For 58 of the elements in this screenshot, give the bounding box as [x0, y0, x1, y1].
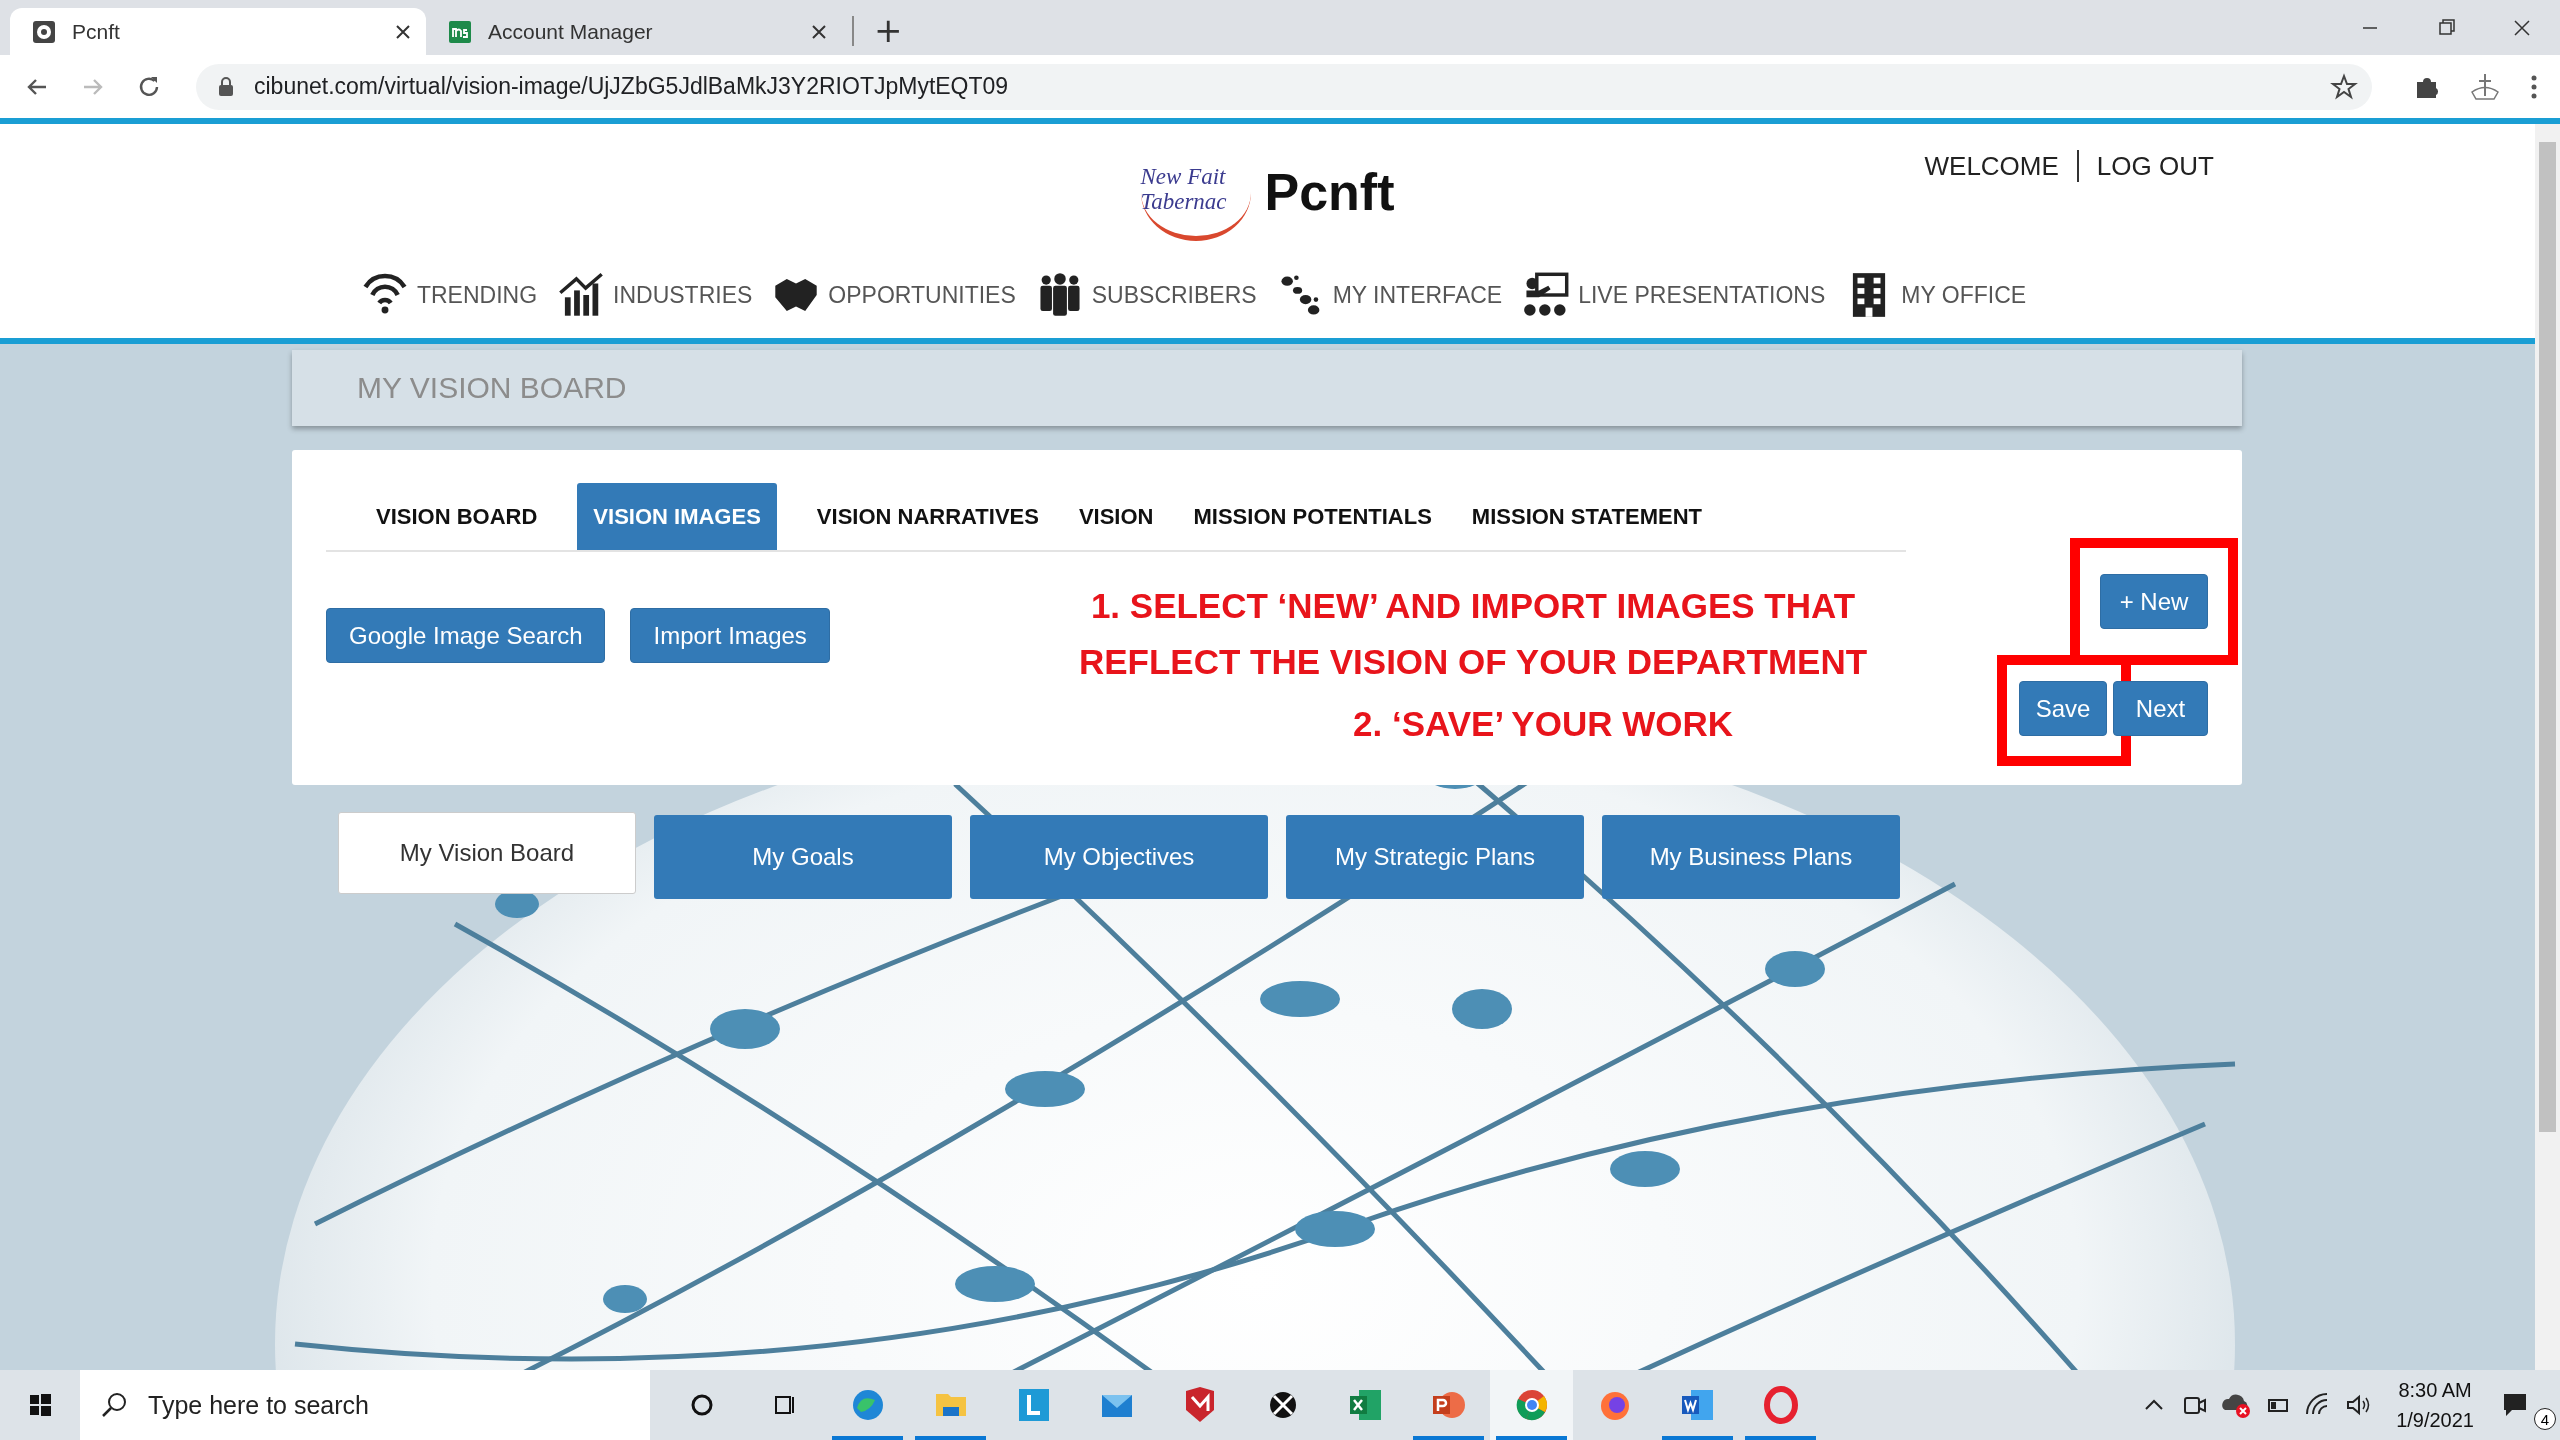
nav-link[interactable]: MY INTERFACE: [1274, 272, 1503, 318]
close-icon[interactable]: [810, 22, 828, 41]
section-tab[interactable]: VISION: [1078, 483, 1154, 550]
header-link[interactable]: WELCOME: [1924, 150, 2059, 182]
section-tab[interactable]: VISION IMAGES: [577, 483, 777, 550]
tool-button[interactable]: Google Image Search: [326, 608, 606, 663]
save-button[interactable]: Save: [2019, 681, 2107, 736]
ns-favicon-icon: [448, 19, 472, 44]
running-indicator: [915, 1436, 986, 1440]
next-button[interactable]: Next: [2113, 681, 2208, 736]
lock-icon: [218, 76, 234, 97]
logo-image[interactable]: New Fait Tabernac: [1140, 143, 1251, 241]
clock[interactable]: 8:30 AM 1/9/2021: [2396, 1375, 2474, 1435]
running-indicator: [1662, 1436, 1733, 1440]
nav-link[interactable]: MY OFFICE: [1843, 272, 2027, 318]
address-bar[interactable]: cibunet.com/virtual/vision-image/UjJZbG5JdlBaMkJ3Y2RIOTJpMytEQT09: [196, 63, 2372, 110]
search-field[interactable]: Type here to search: [80, 1370, 650, 1440]
running-indicator: [1496, 1436, 1567, 1440]
board-button[interactable]: My Goals: [654, 815, 952, 899]
scrollbar-thumb[interactable]: [2539, 142, 2556, 1132]
nav-link[interactable]: LIVE PRESENTATIONS: [1520, 272, 1826, 318]
tool-button[interactable]: Import Images: [630, 608, 830, 663]
logo-text: Tabernac: [1140, 189, 1228, 214]
running-indicator: [832, 1436, 903, 1440]
clock-date: 1/9/2021: [2396, 1408, 2474, 1433]
page-title: MY VISION BOARD: [292, 350, 2242, 426]
logo-text: New Fait: [1140, 165, 1227, 190]
site-favicon-icon: [32, 19, 56, 44]
star-icon[interactable]: [2330, 72, 2358, 101]
notification-count: 4: [2534, 1408, 2556, 1430]
browser-tab[interactable]: Pcnft: [10, 8, 426, 55]
brand-name[interactable]: Pcnft: [1264, 162, 1395, 222]
tab-title: Pcnft: [72, 19, 121, 44]
instruction-text: 1. SELECT ‘NEW’ AND IMPORT IMAGES THAT REFLECT THE VISION OF YOUR DEPARTMENT: [1077, 585, 1869, 683]
nav-link[interactable]: SUBSCRIBERS: [1033, 272, 1257, 318]
clock-time: 8:30 AM: [2398, 1378, 2472, 1403]
new-button[interactable]: + New: [2100, 574, 2208, 629]
nav-link[interactable]: OPPORTUNITIES: [770, 272, 1016, 318]
section-tab[interactable]: MISSION POTENTIALS: [1193, 483, 1432, 550]
nav-link[interactable]: TRENDING: [358, 272, 538, 318]
board-button[interactable]: My Business Plans: [1602, 815, 1900, 899]
board-button[interactable]: My Objectives: [970, 815, 1268, 899]
header-link[interactable]: LOG OUT: [2096, 150, 2214, 182]
close-icon[interactable]: [394, 22, 412, 41]
tab-title: Account Manager: [488, 19, 654, 44]
running-indicator: [1413, 1436, 1484, 1440]
scrollbar[interactable]: [2535, 124, 2560, 1370]
instruction-text: 2. ‘SAVE’ YOUR WORK: [1353, 703, 1733, 745]
section-tab[interactable]: VISION BOARD: [376, 483, 538, 550]
board-button[interactable]: My Strategic Plans: [1286, 815, 1584, 899]
running-indicator: [1745, 1436, 1816, 1440]
board-button[interactable]: My Vision Board: [338, 812, 636, 894]
section-tab[interactable]: MISSION STATEMENT: [1471, 483, 1703, 550]
new-tab-button[interactable]: +: [864, 13, 913, 47]
url-text: cibunet.com/virtual/vision-image/UjJZbG5JdlBaMkJ3Y2RIOTJpMytEQT09: [254, 73, 1009, 100]
section-tab[interactable]: VISION NARRATIVES: [816, 483, 1039, 550]
browser-tab[interactable]: Account Manager: [426, 8, 842, 55]
nav-link[interactable]: INDUSTRIES: [555, 272, 753, 318]
